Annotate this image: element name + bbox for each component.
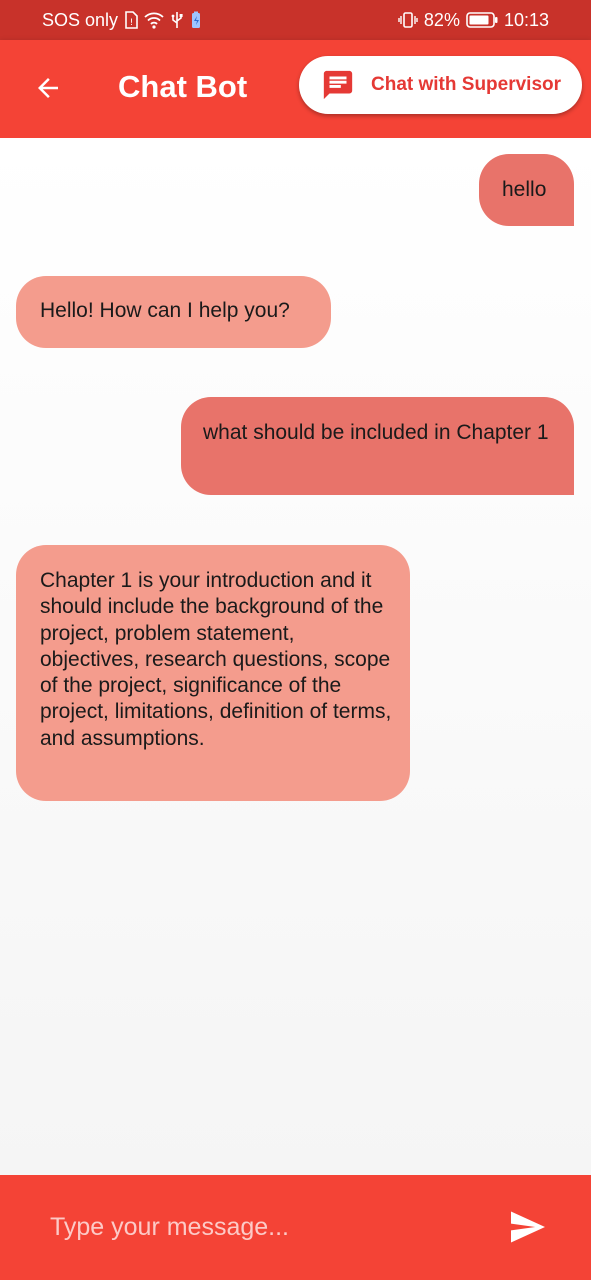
battery-percent: 82% (423, 9, 460, 30)
user-message-bubble: hello (479, 154, 574, 226)
svg-text:!: ! (130, 18, 134, 28)
page-title: Chat Bot (118, 69, 248, 104)
vibrate-icon (398, 11, 418, 29)
arrow-back-icon (38, 78, 58, 98)
wifi-icon (144, 11, 164, 29)
status-bar-right: 82% 10:13 (398, 0, 549, 40)
back-button[interactable] (28, 68, 68, 108)
message-input[interactable] (50, 1205, 470, 1249)
battery-icon (466, 12, 498, 28)
sim-icon: ! (124, 11, 138, 29)
chat-with-supervisor-button[interactable]: Chat with Supervisor (299, 56, 582, 114)
chat-bubble-icon (323, 70, 353, 100)
battery-saver-icon (190, 11, 202, 29)
send-icon (511, 1211, 545, 1243)
carrier-label: SOS only (42, 9, 119, 30)
bot-message-bubble: Hello! How can I help you? (16, 276, 331, 348)
app-bar: Chat Bot Chat with Supervisor (0, 40, 591, 138)
user-message-bubble: what should be included in Chapter 1 (181, 397, 574, 495)
usb-icon (170, 11, 184, 29)
chat-messages-list[interactable]: hello Hello! How can I help you? what sh… (0, 138, 591, 1175)
clock: 10:13 (503, 9, 549, 30)
status-bar: SOS only ! 82% 10:13 (0, 0, 591, 40)
send-button[interactable] (506, 1207, 550, 1247)
chat-with-supervisor-label: Chat with Supervisor (371, 74, 562, 95)
status-bar-left: SOS only ! (42, 10, 202, 31)
bot-message-bubble: Chapter 1 is your introduction and it sh… (16, 545, 410, 801)
message-input-bar (0, 1175, 591, 1280)
